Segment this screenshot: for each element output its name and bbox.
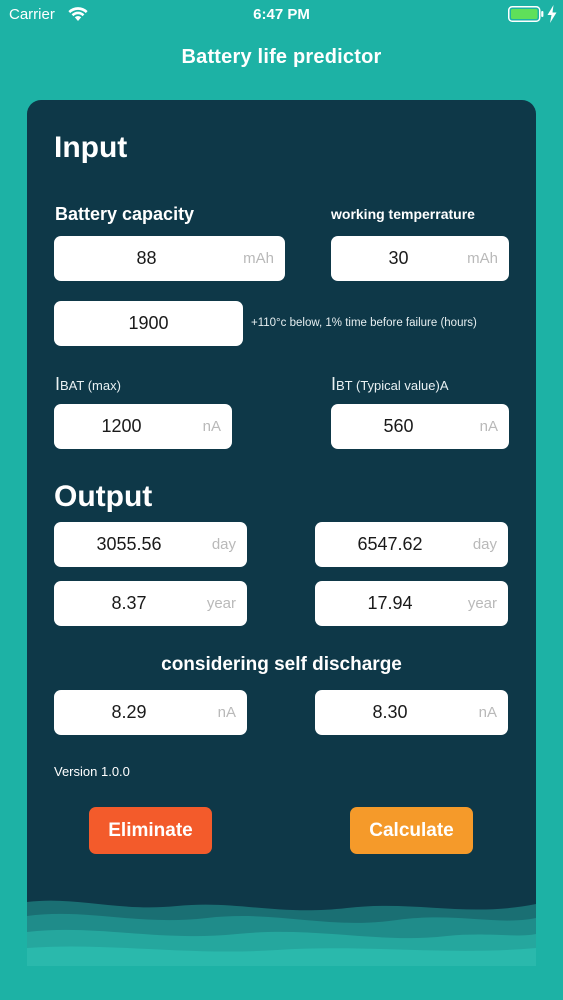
failure-hours-note: +110°c below, 1% time before failure (ho… [251, 317, 477, 329]
output-years-left: 8.37 year [54, 581, 247, 626]
battery-icon [508, 6, 544, 22]
failure-hours-value: 1900 [128, 313, 169, 333]
self-discharge-right-unit: nA [478, 704, 497, 721]
version-label: Version 1.0.0 [54, 764, 130, 779]
working-temperature-value: 30 [388, 248, 409, 268]
self-discharge-label: considering self discharge [161, 654, 402, 675]
self-discharge-right: 8.30 nA [315, 690, 508, 735]
ibat-unit: nA [202, 418, 221, 435]
output-days-left-unit: day [211, 536, 236, 553]
output-days-left-value: 3055.56 [96, 534, 162, 554]
status-bar: Carrier 6:47 PM [0, 0, 563, 30]
eliminate-button[interactable]: Eliminate [89, 807, 212, 854]
output-heading: Output [54, 480, 153, 513]
ibt-unit: nA [479, 418, 498, 435]
ibat-label: IBAT (max) [55, 374, 121, 395]
app-title: Battery life predictor [181, 46, 382, 68]
wave-decoration [27, 900, 536, 966]
ibat-label-suffix: BAT (max) [60, 378, 121, 393]
calculator-card: Input Battery capacity working temperrat… [27, 100, 536, 966]
working-temperature-label: working temperrature [331, 206, 475, 222]
failure-hours-input[interactable]: 1900 [54, 301, 243, 346]
output-years-right-value: 17.94 [367, 593, 413, 613]
output-days-left: 3055.56 day [54, 522, 247, 567]
ibt-label-suffix: BT (Typical value)A [336, 378, 449, 393]
output-days-right-unit: day [472, 536, 497, 553]
battery-capacity-input[interactable]: 88 mAh [54, 236, 285, 281]
ibat-value: 1200 [101, 416, 142, 436]
output-years-left-value: 8.37 [111, 593, 147, 613]
battery-capacity-label: Battery capacity [55, 204, 195, 224]
output-days-right-value: 6547.62 [357, 534, 423, 554]
working-temperature-unit: mAh [467, 250, 498, 267]
ibt-input[interactable]: 560 nA [331, 404, 509, 449]
output-years-right: 17.94 year [315, 581, 508, 626]
working-temperature-input[interactable]: 30 mAh [331, 236, 509, 281]
output-days-right: 6547.62 day [315, 522, 508, 567]
self-discharge-left: 8.29 nA [54, 690, 247, 735]
ibt-value: 560 [383, 416, 414, 436]
output-years-left-unit: year [206, 595, 236, 612]
battery-capacity-value: 88 [136, 248, 157, 268]
ibt-label: IBT (Typical value)A [331, 374, 448, 395]
self-discharge-left-unit: nA [217, 704, 236, 721]
output-years-right-unit: year [467, 595, 497, 612]
ibat-input[interactable]: 1200 nA [54, 404, 232, 449]
self-discharge-left-value: 8.29 [111, 702, 147, 722]
calculate-button[interactable]: Calculate [350, 807, 473, 854]
status-time: 6:47 PM [253, 6, 310, 23]
charging-bolt-icon [547, 5, 557, 23]
battery-capacity-unit: mAh [243, 250, 274, 267]
self-discharge-right-value: 8.30 [372, 702, 408, 722]
input-heading: Input [54, 131, 128, 164]
